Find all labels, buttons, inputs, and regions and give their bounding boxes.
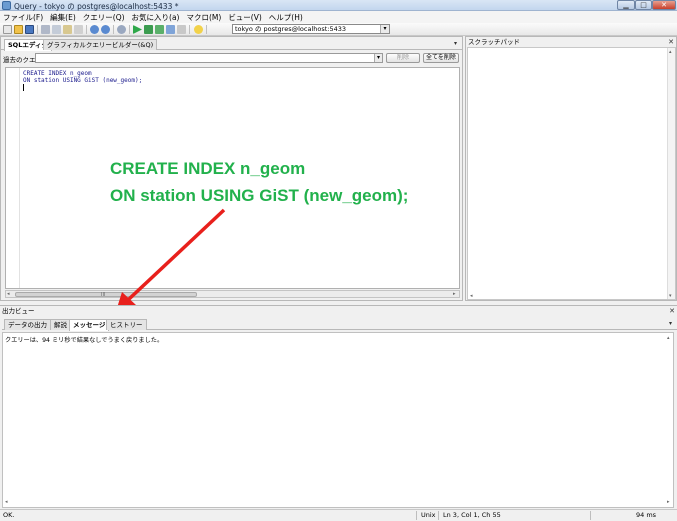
close-icon[interactable]: ✕ xyxy=(668,37,674,47)
code-line: CREATE INDEX n_geom xyxy=(23,70,92,77)
cut-icon[interactable] xyxy=(41,25,50,34)
undo-icon[interactable] xyxy=(90,25,99,34)
clear-icon[interactable] xyxy=(74,25,83,34)
scroll-left-icon[interactable]: ◂ xyxy=(7,291,10,297)
output-title: 出力ビュー xyxy=(2,307,35,315)
save-icon[interactable] xyxy=(25,25,34,34)
explain-icon[interactable] xyxy=(155,25,164,34)
history-select[interactable]: ▾ xyxy=(35,53,383,63)
app-icon xyxy=(2,1,11,10)
menu-macros[interactable]: マクロ(M) xyxy=(186,12,221,23)
connection-value: tokyo の postgres@localhost:5433 xyxy=(235,25,347,33)
open-folder-icon[interactable] xyxy=(14,25,23,34)
editor-horizontal-scrollbar[interactable]: ◂ III ▸ xyxy=(5,290,460,298)
messages-area[interactable]: クエリーは、94 ミリ秒で結果なしでうまく戻りました。 ▴ ◂ ▸ xyxy=(2,332,674,508)
find-icon[interactable] xyxy=(117,25,126,34)
scroll-down-icon[interactable]: ▾ xyxy=(669,293,672,299)
toolbar-separator xyxy=(129,25,130,34)
output-header: 出力ビュー ✕ xyxy=(0,306,677,316)
chevron-down-icon[interactable]: ▾ xyxy=(374,54,382,62)
menu-edit[interactable]: 編集(E) xyxy=(50,12,76,23)
output-tabs: データの出力 解説 メッセージ ヒストリー ▾ xyxy=(2,319,677,331)
toolbar-separator xyxy=(37,25,38,34)
toolbar-separator xyxy=(189,25,190,34)
help-icon[interactable] xyxy=(194,25,203,34)
maximize-button[interactable]: □ xyxy=(635,0,652,10)
editor-tabs: SQLエディタ グラフィカルクエリービルダー(&Q) ▾ xyxy=(1,39,463,51)
status-divider xyxy=(590,511,591,520)
toolbar: tokyo の postgres@localhost:5433 ▾ xyxy=(0,23,677,36)
copy-icon[interactable] xyxy=(52,25,61,34)
toolbar-separator xyxy=(86,25,87,34)
annotation-line-1: CREATE INDEX n_geom xyxy=(110,159,306,178)
query-result-message: クエリーは、94 ミリ秒で結果なしでうまく戻りました。 xyxy=(5,337,164,344)
tab-data-output[interactable]: データの出力 xyxy=(4,319,51,330)
query-history-row: 過去のクエリ ▾ 削除 全てを削除 xyxy=(1,53,463,64)
line-ending: Unix xyxy=(421,511,436,519)
scroll-right-icon[interactable]: ▸ xyxy=(667,499,670,505)
scroll-right-icon[interactable]: ▸ xyxy=(453,291,456,297)
new-file-icon[interactable] xyxy=(3,25,12,34)
scratch-pad-title: スクラッチパッド xyxy=(468,38,520,46)
status-divider xyxy=(416,511,417,520)
paste-icon[interactable] xyxy=(63,25,72,34)
code-line: ON station USING GiST (new_geom); xyxy=(23,77,143,84)
scratch-pad-header: スクラッチパッド ✕ xyxy=(466,37,676,47)
line-gutter xyxy=(6,68,20,288)
menu-query[interactable]: クエリー(Q) xyxy=(83,12,125,23)
cursor-position: Ln 3, Col 1, Ch 55 xyxy=(443,511,501,519)
delete-all-button[interactable]: 全てを削除 xyxy=(423,53,459,63)
status-bar: OK. Unix Ln 3, Col 1, Ch 55 94 ms xyxy=(0,509,677,521)
toolbar-separator xyxy=(206,25,207,34)
delete-button[interactable]: 削除 xyxy=(386,53,420,63)
menu-bar: ファイル(F) 編集(E) クエリー(Q) お気に入り(a) マクロ(M) ビュ… xyxy=(0,11,677,23)
status-divider xyxy=(438,511,439,520)
scrollbar-thumb[interactable]: III xyxy=(15,292,197,298)
text-caret xyxy=(23,84,24,91)
toolbar-separator xyxy=(113,25,114,34)
scroll-up-icon[interactable]: ▴ xyxy=(667,335,670,341)
tab-history[interactable]: ヒストリー xyxy=(106,319,147,330)
chevron-down-icon[interactable]: ▾ xyxy=(669,320,672,327)
tab-messages[interactable]: メッセージ xyxy=(69,319,110,331)
redo-icon[interactable] xyxy=(101,25,110,34)
menu-view[interactable]: ビュー(V) xyxy=(228,12,261,23)
annotation-line-2: ON station USING GiST (new_geom); xyxy=(110,186,409,205)
tab-graphical-query-builder[interactable]: グラフィカルクエリービルダー(&Q) xyxy=(43,39,158,50)
menu-favourites[interactable]: お気に入り(a) xyxy=(132,12,180,23)
scroll-up-icon[interactable]: ▴ xyxy=(669,49,672,55)
output-pane: 出力ビュー ✕ データの出力 解説 メッセージ ヒストリー ▾ クエリーは、94… xyxy=(0,305,677,508)
scratch-pad-scrollbar[interactable]: ▴ ▾ xyxy=(667,48,675,299)
connection-select[interactable]: tokyo の postgres@localhost:5433 ▾ xyxy=(232,24,390,34)
query-duration: 94 ms xyxy=(636,511,657,519)
cancel-query-icon[interactable] xyxy=(177,25,186,34)
scratch-pad-pane: スクラッチパッド ✕ ▴ ▾ ◂ xyxy=(465,36,677,301)
status-text: OK. xyxy=(3,511,15,519)
chevron-down-icon[interactable]: ▾ xyxy=(380,25,389,33)
menu-file[interactable]: ファイル(F) xyxy=(3,12,43,23)
execute-icon[interactable] xyxy=(133,25,142,34)
title-bar: Query - tokyo の postgres@localhost:5433 … xyxy=(0,0,677,11)
scroll-left-icon[interactable]: ◂ xyxy=(470,293,473,299)
scroll-left-icon[interactable]: ◂ xyxy=(5,499,8,505)
scratch-pad-text[interactable]: ▴ ▾ ◂ xyxy=(467,47,676,300)
chevron-down-icon[interactable]: ▾ xyxy=(454,40,457,47)
tab-explain[interactable]: 解説 xyxy=(50,319,71,330)
grip-icon: III xyxy=(101,292,106,298)
minimize-button[interactable]: ▁ xyxy=(617,0,635,10)
explain-analyze-icon[interactable] xyxy=(166,25,175,34)
execute-to-file-icon[interactable] xyxy=(144,25,153,34)
menu-help[interactable]: ヘルプ(H) xyxy=(269,12,303,23)
close-icon[interactable]: ✕ xyxy=(669,306,675,316)
close-button[interactable]: ✕ xyxy=(652,0,676,10)
